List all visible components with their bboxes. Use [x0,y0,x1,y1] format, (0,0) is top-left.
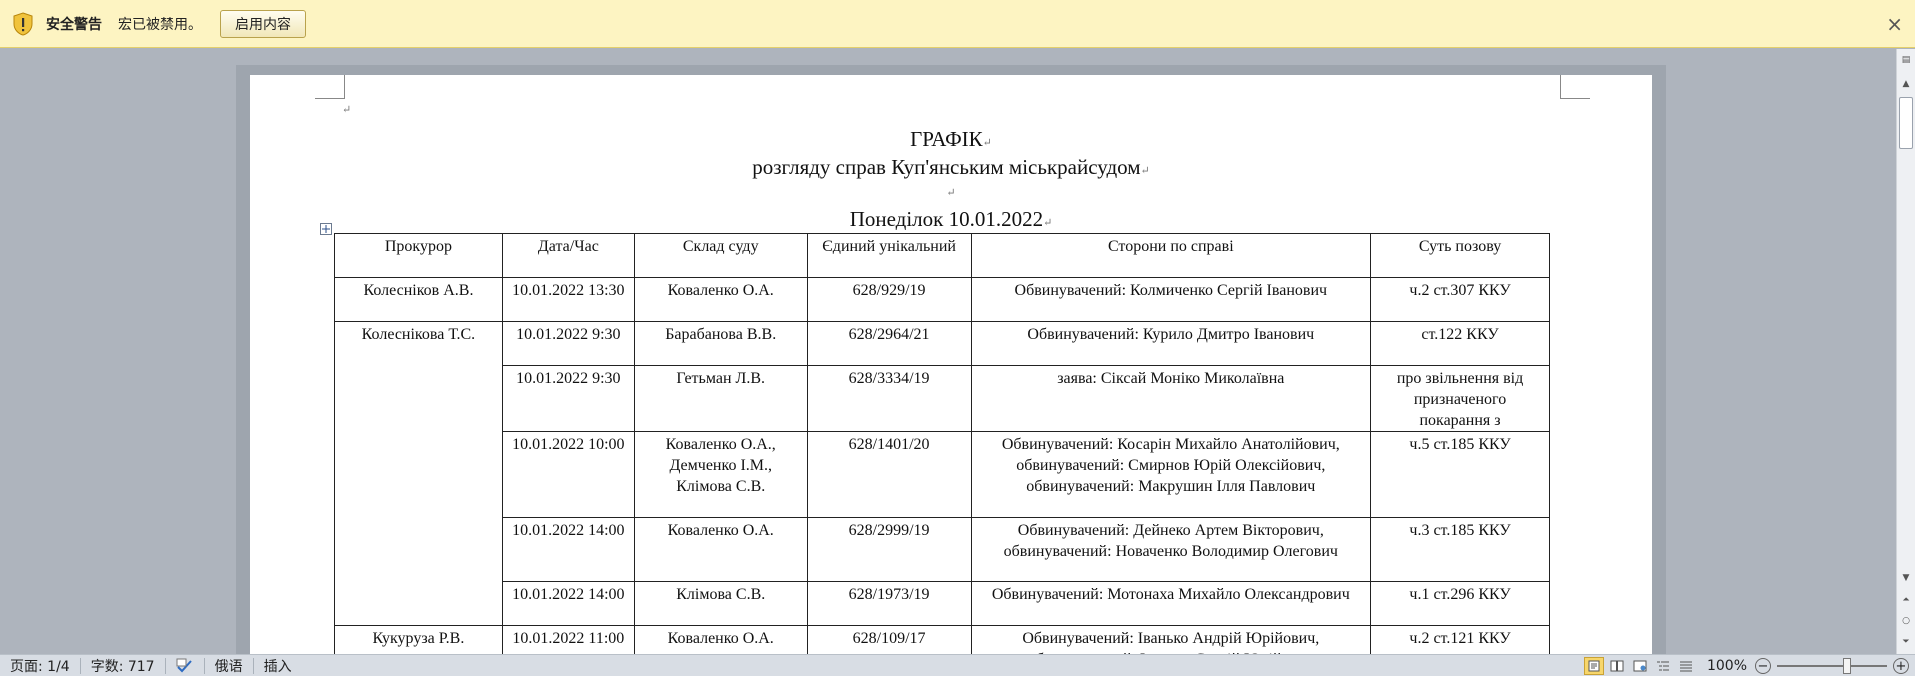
draft-icon[interactable] [1676,657,1696,675]
language-status[interactable]: 俄语 [205,657,254,675]
scroll-down-icon[interactable]: ▼ [1899,571,1913,585]
crop-mark-right [1560,75,1590,99]
cell-datetime: 10.01.2022 13:30 [501,277,635,322]
cell-essence: ч.5 ст.185 ККУ [1370,431,1550,518]
header-datetime: Дата/Час [501,233,635,278]
security-warning-bar: 安全警告 宏已被禁用。 启用内容 × [0,0,1915,48]
cell-essence: ч.1 ст.296 ККУ [1370,581,1550,626]
document-page[interactable]: ↵ ГРАФІК↵ розгляду справ Куп'янським міс… [250,75,1652,654]
cell-parties: Обвинувачений: Мотонаха Михайло Олександ… [970,581,1372,626]
ruler-toggle-icon[interactable]: ▤ [1899,53,1913,67]
cell-court: Гетьман Л.В. [633,365,808,432]
cell-case-number: 628/1973/19 [806,581,972,626]
cell-case-number: 628/1401/20 [806,431,972,518]
cell-datetime: 10.01.2022 11:00 [501,625,635,654]
table-row: 10.01.2022 9:30 Гетьман Л.В. 628/3334/19… [335,365,1550,432]
cell-essence: ч.3 ст.185 ККУ [1370,517,1550,582]
cell-case-number: 628/2999/19 [806,517,972,582]
table-row: 10.01.2022 14:00 Клімова С.В. 628/1973/1… [335,581,1550,626]
next-page-icon[interactable]: ⏷ [1899,635,1913,649]
cell-datetime: 10.01.2022 10:00 [501,431,635,518]
header-court: Склад суду [633,233,808,278]
cell-parties: Обвинувачений: Косарін Михайло Анатолійо… [970,431,1372,518]
security-warning-message: 宏已被禁用。 [118,16,202,33]
table-header-row: Прокурор Дата/Час Склад суду Єдиний унік… [334,233,1550,278]
header-essence: Суть позову [1370,233,1550,278]
cell-datetime: 10.01.2022 14:00 [501,517,635,582]
status-bar: 页面: 1/4 字数: 717 俄语 插入 100% − + [0,654,1915,676]
day-heading: Понеділок 10.01.2022↵ [849,207,1053,231]
previous-page-icon[interactable]: ⏶ [1899,593,1913,607]
table-row: Кукуруза Р.В. 10.01.2022 11:00 Коваленко… [334,625,1550,654]
security-warning-title: 安全警告 [46,16,102,33]
page-count-status[interactable]: 页面: 1/4 [0,657,81,675]
close-icon[interactable]: × [1886,12,1903,36]
cell-essence: ч.2 ст.121 ККУ [1370,625,1550,654]
cell-essence: про звільнення від призначеного покаранн… [1370,365,1550,432]
cell-prosecutor: Кукуруза Р.В. [334,625,503,654]
cell-parties: Обвинувачений: Іванько Андрій Юрійович, … [970,625,1372,654]
schedule-table: Прокурор Дата/Час Склад суду Єдиний унік… [334,233,1550,654]
cell-court: Коваленко О.А. [633,517,808,582]
document-area[interactable]: ↵ ГРАФІК↵ розгляду справ Куп'янським міс… [0,49,1896,654]
cell-parties: заява: Сіксай Моніко Миколаївна [970,365,1372,432]
zoom-slider-thumb[interactable] [1843,658,1851,674]
cell-datetime: 10.01.2022 9:30 [501,365,635,432]
table-move-handle-icon[interactable] [320,223,332,235]
cell-court: Клімова С.В. [633,581,808,626]
word-count-status[interactable]: 字数: 717 [81,657,166,675]
web-layout-icon[interactable] [1630,657,1650,675]
enable-content-button[interactable]: 启用内容 [220,9,306,38]
print-layout-icon[interactable] [1583,657,1604,675]
cell-parties: Обвинувачений: Курило Дмитро Іванович [970,321,1372,366]
cell-court: Барабанова В.В. [633,321,808,366]
document-subtitle: розгляду справ Куп'янським міськрайсудом… [752,155,1150,179]
cell-parties: Обвинувачений: Дейнеко Артем Вікторович,… [970,517,1372,582]
cell-court: Коваленко О.А. [633,625,808,654]
select-browse-object-icon[interactable]: ○ [1899,614,1913,628]
cell-datetime: 10.01.2022 9:30 [501,321,635,366]
zoom-out-icon[interactable]: − [1755,658,1771,674]
cell-prosecutor: Колеснікова Т.С. [334,321,503,626]
insert-mode-status[interactable]: 插入 [254,658,302,675]
cell-case-number: 628/2964/21 [806,321,972,366]
vertical-scrollbar[interactable]: ▤ ▲ ▼ ⏶ ○ ⏷ [1896,49,1915,654]
table-row: 10.01.2022 10:00 Коваленко О.А., Демченк… [335,431,1550,518]
header-parties: Сторони по справі [970,233,1372,278]
status-right-controls: 100% − + [1583,655,1915,676]
cell-court: Коваленко О.А. [633,277,808,322]
cell-court: Коваленко О.А., Демченко І.М., Клімова С… [633,431,808,518]
header-prosecutor: Прокурор [334,233,503,278]
blank-paragraph: ↵ [946,187,956,199]
table-row: Колеснікова Т.С. 10.01.2022 9:30 Барабан… [334,321,1550,626]
cell-parties: Обвинувачений: Колмиченко Сергій Іванови… [970,277,1372,322]
zoom-level[interactable]: 100% [1707,658,1747,674]
shield-warning-icon [13,11,33,36]
cell-case-number: 628/929/19 [806,277,972,322]
scroll-thumb[interactable] [1899,97,1913,149]
cell-prosecutor: Колесніков А.В. [334,277,503,322]
document-title: ГРАФІК↵ [910,127,992,151]
paragraph-mark: ↵ [342,104,352,116]
full-screen-reading-icon[interactable] [1607,657,1627,675]
cell-essence: ст.122 ККУ [1370,321,1550,366]
cell-essence: ч.2 ст.307 ККУ [1370,277,1550,322]
cell-case-number: 628/3334/19 [806,365,972,432]
zoom-slider[interactable] [1777,658,1887,674]
scroll-up-icon[interactable]: ▲ [1899,77,1913,91]
table-row: Колесніков А.В. 10.01.2022 13:30 Ковален… [334,277,1550,322]
outline-icon[interactable] [1653,657,1673,675]
table-row: 10.01.2022 14:00 Коваленко О.А. 628/2999… [335,517,1550,582]
cell-case-number: 628/109/17 [806,625,972,654]
crop-mark-left [315,75,345,99]
cell-datetime: 10.01.2022 14:00 [501,581,635,626]
zoom-in-icon[interactable]: + [1893,658,1909,674]
header-case-number: Єдиний унікальний [806,233,972,278]
spellcheck-icon[interactable] [166,657,205,674]
